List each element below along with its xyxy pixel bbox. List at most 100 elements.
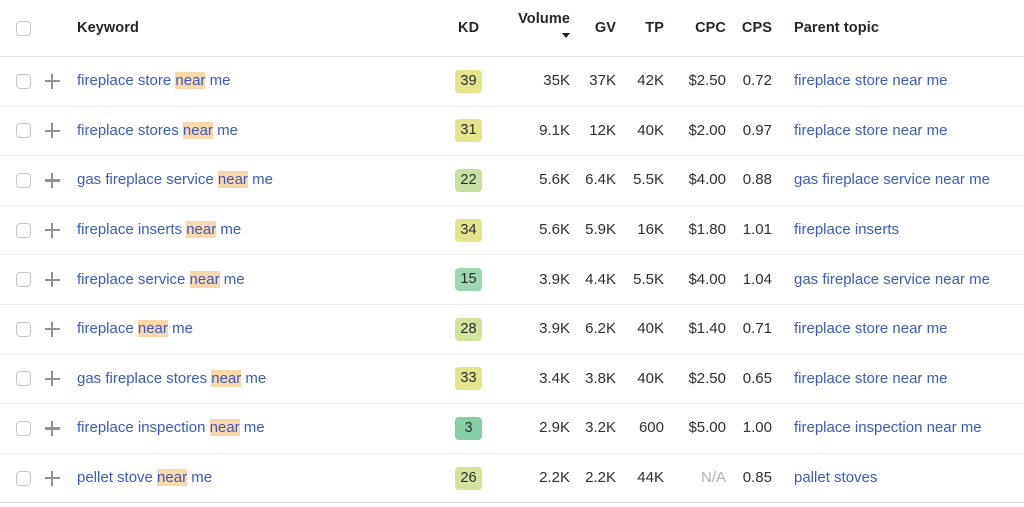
plus-icon[interactable] — [44, 371, 60, 387]
keyword-cell[interactable]: fireplace inserts near me — [66, 221, 450, 239]
table-row[interactable]: fireplace stores near me 31 9.1K 12K 40K $2.0… — [0, 107, 1024, 157]
keyword-cell[interactable]: fireplace near me — [66, 320, 450, 338]
column-header-cpc[interactable]: CPC — [664, 19, 726, 37]
parent-topic-link[interactable]: gas fireplace service near me — [794, 271, 990, 288]
plus-icon[interactable] — [44, 272, 60, 288]
table-row[interactable]: gas fireplace stores near me 33 3.4K 3.8K 40… — [0, 355, 1024, 405]
column-header-gv[interactable]: GV — [570, 19, 616, 37]
kd-cell: 26 — [450, 466, 508, 490]
parent-topic-link[interactable]: pallet stoves — [794, 469, 877, 486]
keyword-cell[interactable]: pellet stove near me — [66, 469, 450, 487]
cpc-value: N/A — [700, 469, 726, 487]
row-checkbox[interactable] — [16, 73, 31, 89]
keyword-link[interactable]: pellet stove near me — [77, 469, 212, 487]
keyword-cell[interactable]: gas fireplace stores near me — [66, 369, 450, 388]
column-header-parent-topic[interactable]: Parent topic — [772, 19, 1024, 37]
row-checkbox-cell[interactable] — [0, 222, 38, 238]
parent-topic-cell[interactable]: fireplace store near me — [772, 320, 1024, 338]
parent-topic-link[interactable]: fireplace store near me — [794, 320, 947, 337]
kd-badge: 39 — [455, 69, 482, 93]
column-header-kd[interactable]: KD — [450, 20, 508, 36]
keyword-link[interactable]: fireplace near me — [77, 320, 193, 338]
keyword-cell[interactable]: fireplace stores near me — [66, 121, 450, 140]
add-keyword-cell[interactable] — [38, 420, 66, 436]
parent-topic-cell[interactable]: gas fireplace service near me — [772, 271, 1024, 289]
table-row[interactable]: fireplace inspection near me 3 2.9K 3.2K 600… — [0, 404, 1024, 454]
row-checkbox[interactable] — [16, 172, 31, 188]
column-header-tp[interactable]: TP — [616, 19, 664, 37]
column-header-cps[interactable]: CPS — [726, 19, 772, 37]
kd-cell: 3 — [450, 416, 508, 440]
keyword-cell[interactable]: gas fireplace service near me — [66, 171, 450, 189]
parent-topic-cell[interactable]: fireplace inspection near me — [772, 419, 1024, 437]
keyword-link[interactable]: fireplace store near me — [77, 72, 230, 90]
keyword-link[interactable]: gas fireplace service near me — [77, 171, 273, 189]
plus-icon[interactable] — [44, 172, 60, 188]
select-all-checkbox-cell[interactable] — [0, 20, 38, 36]
row-checkbox-cell[interactable] — [0, 272, 38, 288]
row-checkbox[interactable] — [16, 321, 31, 337]
parent-topic-cell[interactable]: fireplace store near me — [772, 370, 1024, 388]
column-header-volume[interactable]: Volume — [508, 10, 570, 46]
row-checkbox[interactable] — [16, 470, 31, 486]
parent-topic-cell[interactable]: pallet stoves — [772, 469, 1024, 487]
keyword-highlight: near — [137, 320, 168, 338]
keyword-link[interactable]: fireplace inspection near me — [77, 419, 265, 437]
parent-topic-cell[interactable]: fireplace inserts — [772, 221, 1024, 239]
table-row[interactable]: fireplace inserts near me 34 5.6K 5.9K 16K $1… — [0, 206, 1024, 256]
add-keyword-cell[interactable] — [38, 172, 66, 188]
row-checkbox-cell[interactable] — [0, 371, 38, 387]
plus-icon[interactable] — [44, 222, 60, 238]
parent-topic-link[interactable]: gas fireplace service near me — [794, 171, 990, 188]
keyword-cell[interactable]: fireplace store near me — [66, 72, 450, 90]
row-checkbox[interactable] — [16, 420, 31, 436]
row-checkbox[interactable] — [16, 222, 31, 238]
parent-topic-link[interactable]: fireplace inserts — [794, 221, 899, 238]
parent-topic-link[interactable]: fireplace store near me — [794, 72, 947, 89]
add-keyword-cell[interactable] — [38, 222, 66, 238]
plus-icon[interactable] — [44, 420, 60, 436]
table-row[interactable]: fireplace store near me 39 35K 37K 42K $2.50 0… — [0, 57, 1024, 107]
keyword-link[interactable]: fireplace inserts near me — [77, 221, 241, 239]
row-checkbox[interactable] — [16, 272, 31, 288]
keyword-cell[interactable]: fireplace inspection near me — [66, 419, 450, 437]
table-row[interactable]: gas fireplace service near me 22 5.6K 6.4K 5… — [0, 156, 1024, 206]
row-checkbox-cell[interactable] — [0, 73, 38, 89]
row-checkbox-cell[interactable] — [0, 172, 38, 188]
keyword-highlight: near — [186, 221, 217, 239]
parent-topic-link[interactable]: fireplace inspection near me — [794, 419, 982, 436]
row-checkbox-cell[interactable] — [0, 420, 38, 436]
add-keyword-cell[interactable] — [38, 272, 66, 288]
sort-descending-icon[interactable] — [562, 33, 570, 39]
row-checkbox-cell[interactable] — [0, 123, 38, 139]
add-keyword-cell[interactable] — [38, 470, 66, 486]
keyword-link[interactable]: gas fireplace stores near me — [77, 369, 266, 387]
keyword-link[interactable]: fireplace stores near me — [77, 121, 238, 139]
volume-cell: 2.9K — [508, 419, 570, 437]
column-header-keyword[interactable]: Keyword — [66, 19, 450, 37]
table-row[interactable]: fireplace service near me 15 3.9K 4.4K 5.5K $… — [0, 255, 1024, 305]
select-all-checkbox[interactable] — [16, 20, 31, 36]
table-row[interactable]: pellet stove near me 26 2.2K 2.2K 44K N/A 0.85… — [0, 454, 1024, 504]
keyword-link[interactable]: fireplace service near me — [77, 270, 245, 288]
add-keyword-cell[interactable] — [38, 321, 66, 337]
add-keyword-cell[interactable] — [38, 371, 66, 387]
row-checkbox[interactable] — [16, 123, 31, 139]
row-checkbox-cell[interactable] — [0, 321, 38, 337]
table-body: fireplace store near me 39 35K 37K 42K $2.50 0… — [0, 57, 1024, 504]
plus-icon[interactable] — [44, 123, 60, 139]
plus-icon[interactable] — [44, 470, 60, 486]
row-checkbox-cell[interactable] — [0, 470, 38, 486]
keyword-cell[interactable]: fireplace service near me — [66, 270, 450, 289]
table-row[interactable]: fireplace near me 28 3.9K 6.2K 40K $1.40 0.71 f… — [0, 305, 1024, 355]
plus-icon[interactable] — [44, 321, 60, 337]
parent-topic-cell[interactable]: gas fireplace service near me — [772, 171, 1024, 189]
parent-topic-link[interactable]: fireplace store near me — [794, 370, 947, 387]
parent-topic-cell[interactable]: fireplace store near me — [772, 122, 1024, 140]
row-checkbox[interactable] — [16, 371, 31, 387]
add-keyword-cell[interactable] — [38, 123, 66, 139]
parent-topic-cell[interactable]: fireplace store near me — [772, 72, 1024, 90]
parent-topic-link[interactable]: fireplace store near me — [794, 122, 947, 139]
plus-icon[interactable] — [44, 73, 60, 89]
add-keyword-cell[interactable] — [38, 73, 66, 89]
